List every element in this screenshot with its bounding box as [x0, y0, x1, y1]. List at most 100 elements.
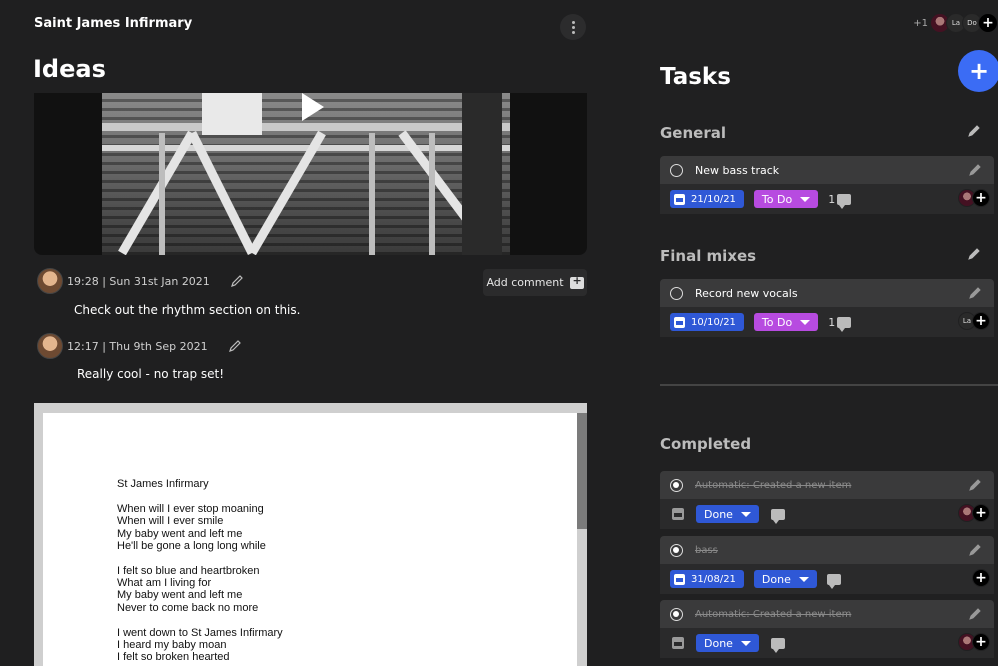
pencil-icon[interactable]	[968, 607, 982, 621]
task-card[interactable]: New bass track 21/10/21 To Do 1 +	[660, 156, 994, 214]
assignees[interactable]: La +	[958, 312, 990, 330]
due-date: 21/10/21	[691, 193, 736, 205]
assignees[interactable]: +	[958, 633, 990, 651]
status-dropdown[interactable]: To Do	[753, 313, 819, 331]
comment-item: 12:17 | Thu 9th Sep 2021	[37, 333, 242, 359]
group-title: Final mixes	[660, 247, 757, 265]
task-card[interactable]: Record new vocals 10/10/21 To Do 1 La +	[660, 279, 994, 337]
comment-header: 12:17 | Thu 9th Sep 2021	[37, 333, 242, 359]
radio-icon[interactable]	[670, 543, 683, 557]
tasks-heading: Tasks	[660, 64, 731, 90]
speech-bubble-icon[interactable]	[837, 193, 852, 209]
task-details: 21/10/21 To Do 1 +	[660, 184, 994, 214]
project-title: Saint James Infirmary	[34, 16, 193, 31]
document-line: I heard my baby moan	[117, 639, 227, 651]
comment-add-icon	[569, 274, 584, 289]
comment-count: 1	[828, 315, 836, 329]
speech-bubble-icon[interactable]	[770, 637, 785, 653]
due-date-chip[interactable]: 31/08/21	[670, 570, 744, 588]
task-card[interactable]: Automatic: Created a new item Done +	[660, 600, 994, 658]
plus-icon[interactable]: +	[972, 312, 990, 330]
status-label: To Do	[761, 192, 793, 206]
plus-icon[interactable]: +	[972, 633, 990, 651]
status-label: Done	[704, 507, 733, 521]
document-line: Never to come back no more	[117, 602, 259, 614]
task-name: Record new vocals	[695, 286, 798, 300]
comment-meta: 19:28 | Sun 31st Jan 2021	[67, 274, 210, 288]
play-icon[interactable]	[302, 93, 324, 121]
comment-item: 19:28 | Sun 31st Jan 2021	[37, 268, 244, 294]
due-date: 31/08/21	[691, 573, 736, 585]
task-name: bass	[695, 544, 718, 556]
plus-icon[interactable]: +	[972, 569, 990, 587]
ideas-pane: Saint James Infirmary Ideas 19:28 | Sun …	[0, 0, 640, 666]
document-line: What am I living for	[117, 577, 212, 589]
pencil-icon[interactable]	[967, 124, 981, 138]
caret-down-icon	[740, 640, 751, 646]
comment-text: Really cool - no trap set!	[77, 367, 225, 381]
status-dropdown[interactable]: To Do	[753, 190, 819, 208]
document-line: I felt so broken hearted	[117, 651, 230, 663]
calendar-icon	[674, 193, 685, 205]
task-name: Automatic: Created a new item	[695, 479, 852, 491]
pencil-icon[interactable]	[968, 478, 982, 492]
calendar-icon	[674, 573, 685, 585]
pencil-icon[interactable]	[968, 543, 982, 557]
pencil-icon[interactable]	[968, 286, 982, 300]
assignees[interactable]: +	[972, 569, 990, 587]
radio-icon[interactable]	[670, 163, 683, 177]
document-line: I felt so blue and heartbroken	[117, 565, 260, 577]
status-dropdown[interactable]: Done	[696, 634, 759, 652]
task-header: Record new vocals	[660, 279, 994, 307]
add-comment-button[interactable]: Add comment	[483, 269, 587, 296]
document-line: I went down to St James Infirmary	[117, 627, 283, 639]
document-scrollbar[interactable]	[577, 413, 587, 529]
speech-bubble-icon[interactable]	[770, 508, 785, 524]
due-date-chip[interactable]: 21/10/21	[670, 190, 744, 208]
task-details: 10/10/21 To Do 1 La +	[660, 307, 994, 337]
group-title: Completed	[660, 435, 752, 453]
calendar-icon[interactable]	[672, 508, 684, 520]
tasks-pane: +1 La Do + Tasks + General New bass trac…	[640, 0, 998, 666]
document-page: St James Infirmary When will I ever stop…	[43, 413, 577, 666]
calendar-icon	[674, 316, 685, 328]
comment-header: 19:28 | Sun 31st Jan 2021	[37, 268, 244, 294]
document-preview[interactable]: St James Infirmary When will I ever stop…	[34, 403, 587, 666]
plus-icon[interactable]: +	[972, 189, 990, 207]
pencil-icon[interactable]	[230, 274, 244, 288]
radio-icon[interactable]	[670, 478, 683, 492]
assignees[interactable]: +	[958, 189, 990, 207]
status-dropdown[interactable]: Done	[753, 570, 817, 588]
kebab-icon[interactable]	[560, 14, 586, 40]
status-dropdown[interactable]: Done	[696, 505, 759, 523]
extra-collaborators-count: +1	[913, 17, 928, 29]
caret-down-icon	[800, 196, 811, 202]
ideas-heading: Ideas	[33, 55, 106, 83]
task-card[interactable]: bass 31/08/21 Done +	[660, 536, 994, 594]
assignees[interactable]: +	[958, 504, 990, 522]
calendar-icon[interactable]	[672, 637, 684, 649]
avatar	[37, 333, 63, 359]
radio-icon[interactable]	[670, 286, 683, 300]
pencil-icon[interactable]	[967, 247, 981, 261]
radio-icon[interactable]	[670, 607, 683, 621]
task-card[interactable]: Automatic: Created a new item Done +	[660, 471, 994, 529]
document-line: My baby went and left me	[117, 589, 243, 601]
group-title: General	[660, 124, 726, 142]
document-line: When will I ever stop moaning	[117, 503, 264, 515]
add-collaborator-icon[interactable]: +	[978, 13, 998, 33]
collaborators[interactable]: +1 La Do +	[913, 10, 998, 36]
add-task-button[interactable]: +	[958, 50, 998, 92]
video-player[interactable]	[34, 93, 587, 255]
due-date-chip[interactable]: 10/10/21	[670, 313, 744, 331]
plus-icon[interactable]: +	[972, 504, 990, 522]
pencil-icon[interactable]	[968, 163, 982, 177]
caret-down-icon	[740, 511, 751, 517]
document-line: St James Infirmary	[117, 478, 209, 490]
speech-bubble-icon[interactable]	[837, 316, 852, 332]
comment-meta: 12:17 | Thu 9th Sep 2021	[67, 339, 208, 353]
pencil-icon[interactable]	[228, 339, 242, 353]
speech-bubble-icon[interactable]	[826, 573, 841, 589]
task-header: New bass track	[660, 156, 994, 184]
status-label: Done	[761, 572, 791, 586]
